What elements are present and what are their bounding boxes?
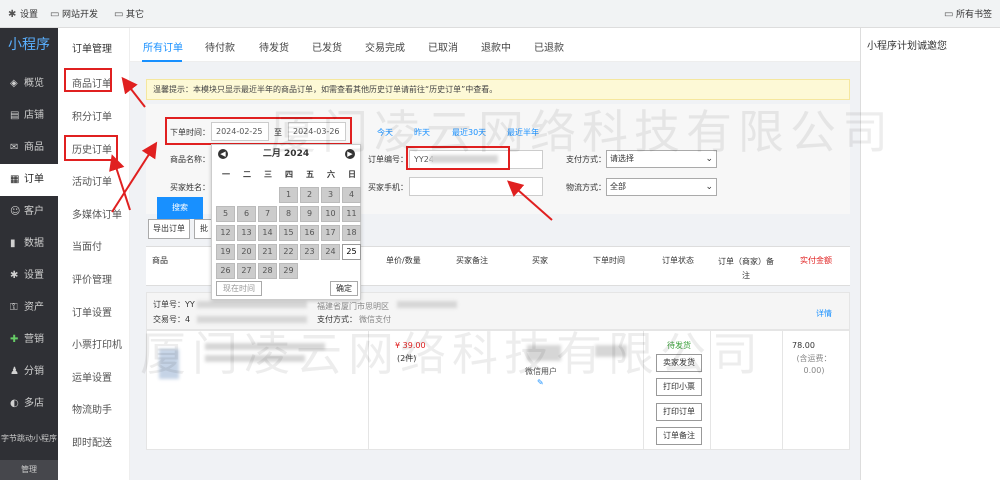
arrow-to-order-time xyxy=(111,141,158,213)
arrow-to-product-orders xyxy=(121,76,146,108)
arrow-to-history-orders xyxy=(109,154,131,211)
annotation-arrows xyxy=(109,76,553,221)
watermark-upper: 厦门凌云网络科技有限公司 xyxy=(270,105,894,159)
arrow-to-order-no xyxy=(506,180,553,221)
watermark-lower: 厦门凌云网络科技有限公司 xyxy=(140,327,764,381)
